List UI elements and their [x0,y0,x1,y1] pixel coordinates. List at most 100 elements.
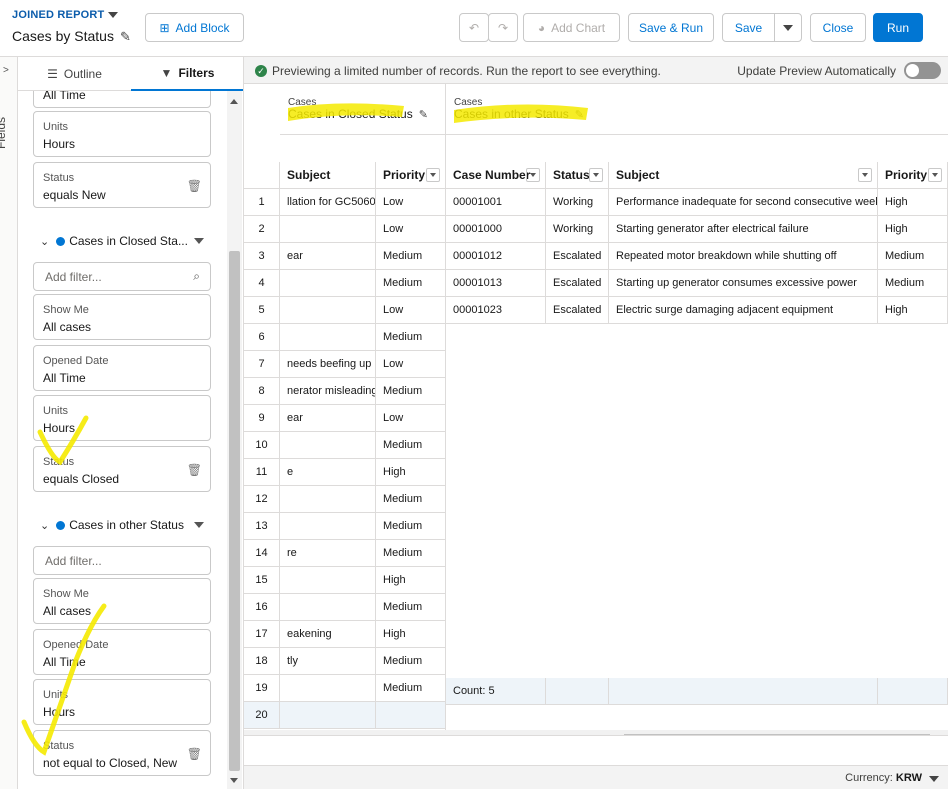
filter-card-opened-date[interactable]: Opened Date All Time [33,629,211,675]
trash-icon[interactable]: 🗑 [187,463,202,477]
cell-subject [280,297,376,324]
horizontal-scrollbar[interactable] [244,730,948,736]
undo-button[interactable]: ↶ [459,13,489,42]
column-header-subject[interactable]: Subject [609,162,878,189]
chevron-down-icon [108,12,119,19]
cell-case-number[interactable]: 00001000 [446,216,546,243]
filter-card-units[interactable]: Units Hours [33,679,211,725]
scroll-left-icon[interactable] [250,735,255,736]
filter-key: Status [43,740,75,752]
filter-card-status[interactable]: Status equals Closed 🗑 [33,446,211,492]
cell-subject: nerator misleading [280,378,376,405]
report-type-menu[interactable]: JOINED REPORT [12,9,119,21]
column-menu-icon[interactable] [526,168,540,182]
filter-card-show-me[interactable]: Show Me All cases [33,294,211,340]
trash-icon[interactable]: 🗑 [187,179,202,193]
close-label: Close [822,20,854,35]
save-and-run-button[interactable]: Save & Run [628,13,714,42]
cell-subject: Electric surge damaging adjacent equipme… [609,297,878,324]
filter-group-other[interactable]: ⌄ Cases in other Status [33,508,211,542]
chevron-down-icon[interactable] [929,776,939,782]
cell-case-number[interactable]: 00001023 [446,297,546,324]
cell-priority: High [376,621,446,648]
scroll-thumb[interactable] [229,251,240,771]
chevron-down-icon [783,24,793,31]
cell-case-number[interactable]: 00001013 [446,270,546,297]
block-header-other: Cases Cases in other Status ✎ [446,84,948,135]
filter-value: equals New [43,188,106,202]
cell-subject [280,567,376,594]
filter-card-opened-date[interactable]: Opened Date All Time [33,345,211,391]
scroll-thumb[interactable] [624,734,930,735]
cell-subject [280,486,376,513]
search-icon: ⌕ [193,269,200,283]
fields-panel-toggle[interactable]: > Fields [0,57,18,789]
undo-icon: ↶ [468,20,480,35]
scroll-up-icon[interactable] [230,99,238,104]
block-title[interactable]: Cases in other Status ✎ [454,107,584,121]
add-filter-input[interactable]: Add filter... [33,546,211,575]
tab-filters[interactable]: ▼ Filters [131,57,243,91]
row-number: 18 [244,648,280,675]
filter-key: Opened Date [43,639,109,651]
filter-value: All cases [43,604,92,618]
chevron-right-icon: > [3,65,9,76]
column-menu-icon[interactable] [858,168,872,182]
block-title[interactable]: Cases in Closed Status ✎ [288,107,428,121]
pencil-icon[interactable]: ✎ [575,109,584,121]
panel-scrollbar[interactable] [227,91,242,789]
filter-card-show-me[interactable]: Show Me All cases [33,578,211,624]
trash-icon[interactable]: 🗑 [187,747,202,761]
filter-card-status[interactable]: Status not equal to Closed, New 🗑 [33,730,211,776]
scroll-down-icon[interactable] [230,778,238,783]
add-chart-button[interactable]: ◕ Add Chart [523,13,620,42]
column-label: Priority [885,168,928,182]
column-header-priority[interactable]: Priority [878,162,948,189]
group-name: Cases in Closed Sta... [69,234,188,248]
row-number: 12 [244,486,280,513]
filter-card-units[interactable]: Units Hours [33,111,211,157]
report-title[interactable]: Cases by Status ✎ [12,28,131,45]
group-menu-icon[interactable] [194,522,204,528]
column-menu-icon[interactable] [589,168,603,182]
cell-subject [280,324,376,351]
cell-priority: Medium [376,486,446,513]
filter-card-units[interactable]: Units Hours [33,395,211,441]
filter-icon: ▼ [160,66,173,80]
column-header-priority[interactable]: Priority [376,162,446,189]
redo-button[interactable]: ↷ [488,13,518,42]
add-filter-input[interactable]: Add filter... ⌕ [33,262,211,291]
cell-case-number[interactable]: 00001012 [446,243,546,270]
column-header-case-number[interactable]: Case Number [446,162,546,189]
add-block-button[interactable]: ⊞ Add Block [145,13,244,42]
cell-priority: Medium [376,378,446,405]
cell-case-number[interactable]: 00001001 [446,189,546,216]
row-number: 1 [244,189,280,216]
cell-subject: ear [280,243,376,270]
row-number: 3 [244,243,280,270]
summary-cell [546,678,609,705]
row-number: 14 [244,540,280,567]
pencil-icon[interactable]: ✎ [120,29,131,44]
close-button[interactable]: Close [810,13,866,42]
column-header-subject[interactable]: Subject [280,162,376,189]
scroll-right-icon[interactable] [937,735,942,736]
group-menu-icon[interactable] [194,238,204,244]
column-menu-icon[interactable] [928,168,942,182]
run-button[interactable]: Run [873,13,923,42]
cell-priority: Medium [376,243,446,270]
cell-subject: ear [280,405,376,432]
pencil-icon[interactable]: ✎ [419,109,428,121]
update-preview-toggle[interactable] [904,62,941,79]
tab-outline[interactable]: ☰ Outline [18,57,131,91]
column-header-status[interactable]: Status [546,162,609,189]
save-menu-button[interactable] [774,13,802,42]
column-menu-icon[interactable] [426,168,440,182]
filter-group-closed[interactable]: ⌄ Cases in Closed Sta... [33,224,211,258]
summary-cell [878,678,948,705]
filter-card-status[interactable]: Status equals New 🗑 [33,162,211,208]
save-button[interactable]: Save [722,13,775,42]
currency-selector[interactable]: Currency: KRW [845,772,922,784]
filter-value: Hours [43,705,76,719]
block-title-text: Cases in other Status [454,107,569,121]
